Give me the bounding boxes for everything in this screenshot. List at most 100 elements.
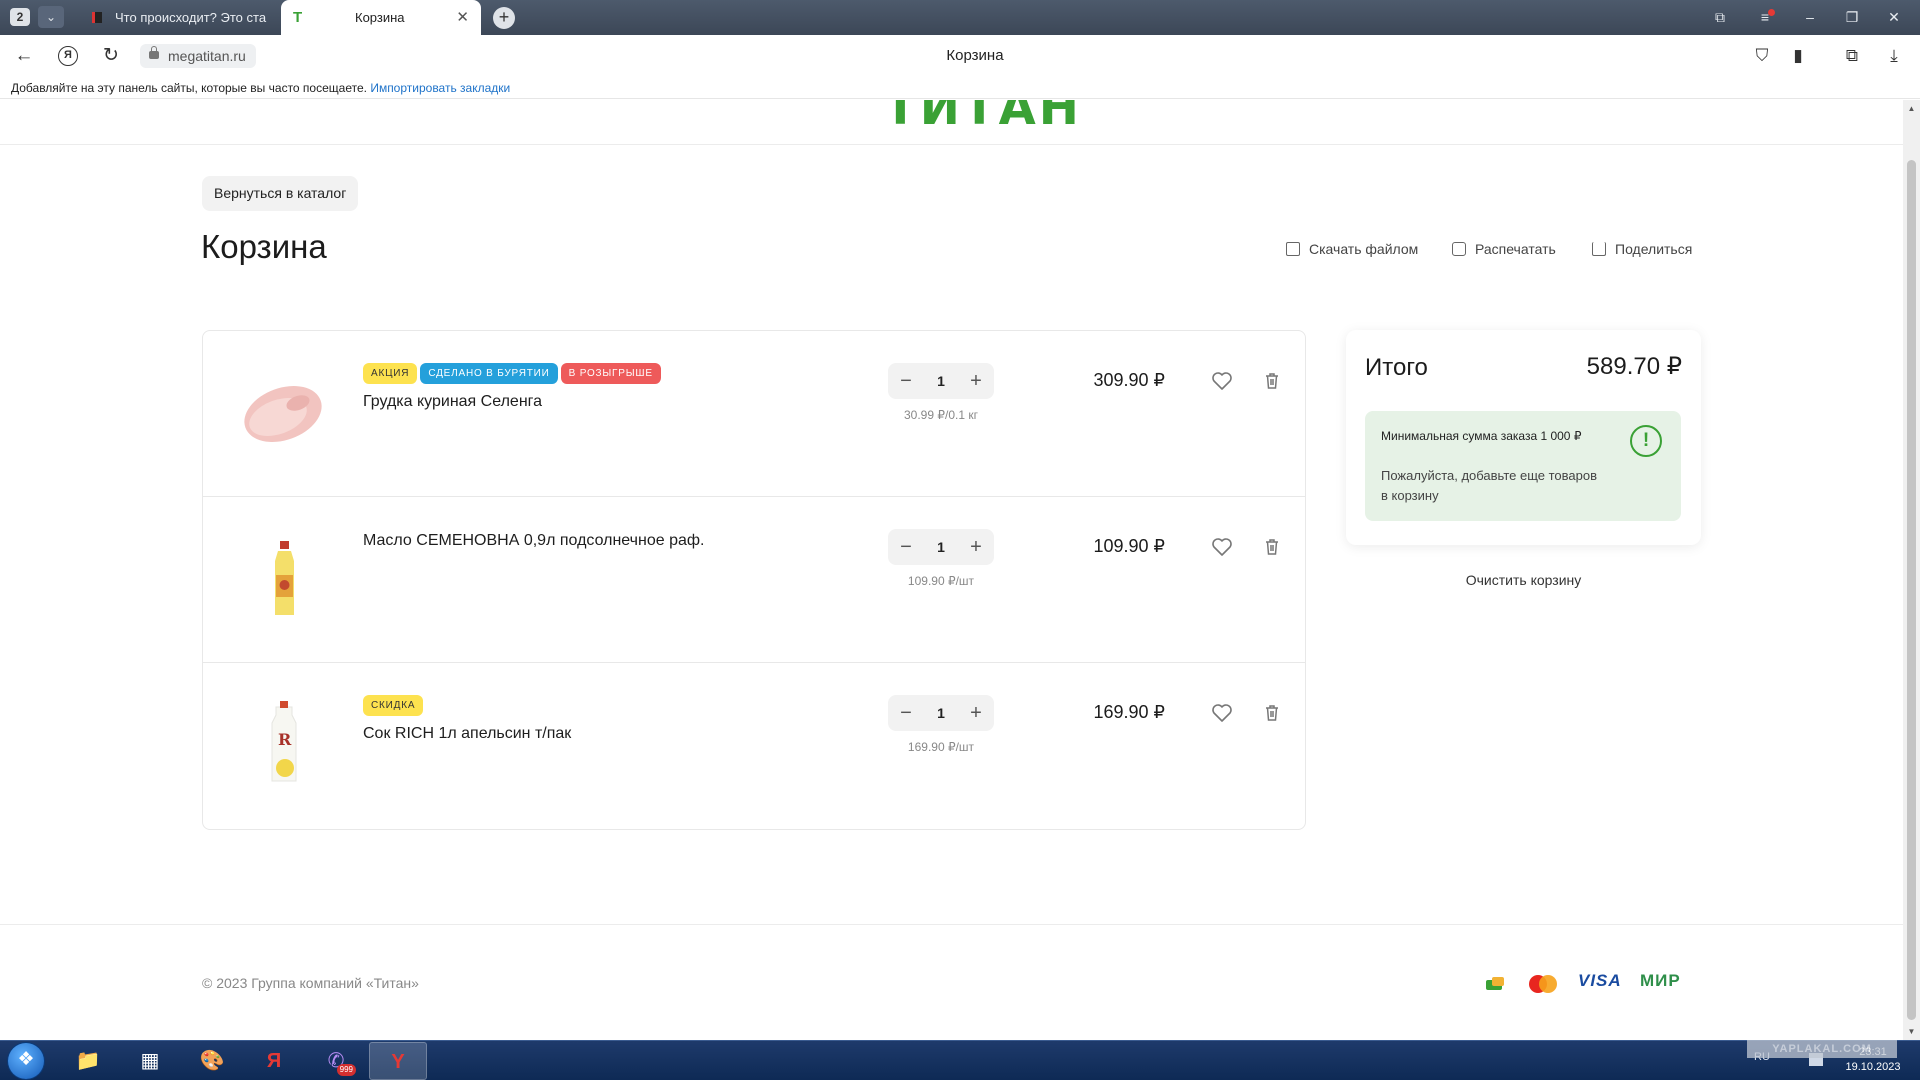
scroll-thumb[interactable] [1907, 160, 1916, 1020]
tab-title: Корзина [355, 10, 405, 25]
url-field[interactable]: megatitan.ru [140, 44, 256, 68]
badge-promo: АКЦИЯ [363, 363, 418, 384]
titan-favicon-icon: T [293, 9, 303, 26]
badge-made-in-buryatia: СДЕЛАНО В БУРЯТИИ [420, 363, 558, 384]
download-file-icon [1286, 242, 1300, 256]
downloads-icon[interactable]: ⤓ [1882, 45, 1906, 67]
share-label: Поделиться [1615, 241, 1693, 257]
yandex-icon[interactable]: Я [58, 46, 78, 66]
reload-icon[interactable]: ↻ [98, 44, 124, 68]
badge-discount: СКИДКА [363, 695, 424, 716]
mir-logo: МИР [1640, 971, 1681, 990]
decrease-quantity-button[interactable]: − [888, 695, 924, 731]
address-page-title: Корзина [946, 47, 1004, 64]
back-to-catalog-button[interactable]: Вернуться в каталог [202, 176, 359, 211]
quantity-value[interactable]: 1 [924, 363, 958, 399]
favorite-heart-icon[interactable] [1210, 535, 1234, 559]
notification-dot [1768, 9, 1775, 16]
tabs-dropdown-icon[interactable]: ⌄ [38, 6, 64, 28]
watermark: YAPLAKAL.COM [1747, 1040, 1897, 1058]
menu-icon[interactable]: ≡ [1745, 0, 1785, 35]
min-order-notice: Минимальная сумма заказа 1 000 ₽ Пожалуй… [1365, 411, 1681, 521]
share-button[interactable]: Поделиться [1592, 238, 1692, 260]
increase-quantity-button[interactable]: + [958, 529, 994, 565]
tab-title: Что происходит? Это ста [115, 10, 267, 25]
quantity-stepper: − 1 + [888, 363, 994, 399]
back-arrow-icon[interactable]: ← [11, 44, 37, 68]
close-tab-icon[interactable]: ✕ [456, 0, 469, 35]
favorite-heart-icon[interactable] [1210, 701, 1234, 725]
product-name[interactable]: Грудка куриная Селенга [363, 393, 542, 411]
close-window-icon[interactable]: ✕ [1874, 0, 1914, 35]
collections-panel-icon[interactable]: ⧉ [1840, 45, 1864, 67]
delete-trash-icon[interactable] [1260, 701, 1284, 725]
yandex-browser-icon[interactable]: Я [245, 1042, 303, 1080]
collections-icon[interactable]: ⧉ [1700, 0, 1740, 35]
page-content: ТИТАН Вернуться в каталог Корзина Скачат… [0, 100, 1903, 1040]
quantity-stepper: − 1 + [888, 529, 994, 565]
share-icon [1592, 242, 1606, 256]
browser-tab-bar: 2 ⌄ Что происходит? Это ста T Корзина ✕ … [0, 0, 1920, 35]
quantity-value[interactable]: 1 [924, 529, 958, 565]
copyright: © 2023 Группа компаний «Титан» [202, 975, 419, 991]
order-summary: Итого 589.70 ₽ Минимальная сумма заказа … [1346, 330, 1701, 545]
favorite-heart-icon[interactable] [1210, 369, 1234, 393]
viber-icon[interactable]: ✆ 999 [307, 1042, 365, 1080]
scroll-down-icon[interactable]: ▼ [1903, 1023, 1920, 1040]
svg-text:R: R [278, 730, 292, 749]
calculator-icon[interactable]: ▦ [121, 1042, 179, 1080]
decrease-quantity-button[interactable]: − [888, 363, 924, 399]
site-header: ТИТАН [0, 100, 1903, 145]
new-tab-button[interactable]: + [493, 7, 515, 29]
minimize-icon[interactable]: – [1790, 0, 1830, 35]
increase-quantity-button[interactable]: + [958, 695, 994, 731]
total-label: Итого [1365, 354, 1428, 381]
protect-icon[interactable]: ⛉ [1750, 45, 1774, 67]
restore-icon[interactable]: ❐ [1832, 0, 1872, 35]
explorer-icon[interactable]: 📁 [59, 1042, 117, 1080]
yandex-active-icon[interactable]: Y [369, 1042, 427, 1080]
rich-juice-pack-image[interactable]: R [228, 693, 338, 793]
viber-badge: 999 [336, 1064, 356, 1076]
cart-item: R СКИДКА Сок RICH 1л апельсин т/пак − 1 … [203, 663, 1305, 829]
sunflower-oil-bottle-image[interactable] [228, 527, 338, 627]
bookmark-icon[interactable]: ▮ [1786, 45, 1810, 67]
print-button[interactable]: Распечатать [1452, 238, 1556, 260]
import-bookmarks-link[interactable]: Импортировать закладки [370, 81, 510, 95]
clear-cart-button[interactable]: Очистить корзину [1346, 572, 1701, 588]
address-bar: ← Я ↻ megatitan.ru Корзина ⛉ ▮ ⧉ ⤓ [0, 35, 1920, 77]
item-price: 109.90 ₽ [1093, 536, 1165, 556]
decrease-quantity-button[interactable]: − [888, 529, 924, 565]
site-logo[interactable]: ТИТАН [884, 100, 1082, 136]
badge-giveaway: В РОЗЫГРЫШЕ [560, 363, 661, 384]
tab-cart[interactable]: T Корзина ✕ [281, 0, 481, 35]
product-name[interactable]: Масло СЕМЕНОВНА 0,9л подсолнечное раф. [363, 532, 705, 550]
cart-item: Масло СЕМЕНОВНА 0,9л подсолнечное раф. −… [203, 497, 1305, 663]
chicken-breast-image[interactable] [228, 361, 338, 461]
paint-icon[interactable]: 🎨 [183, 1042, 241, 1080]
tab-yaplakal[interactable]: Что происходит? Это ста [80, 0, 280, 35]
tab-counter[interactable]: 2 [10, 8, 30, 26]
printer-icon [1452, 242, 1466, 256]
scroll-up-icon[interactable]: ▲ [1903, 100, 1920, 117]
download-file-button[interactable]: Скачать файлом [1286, 238, 1418, 260]
badges: АКЦИЯ СДЕЛАНО В БУРЯТИИ В РОЗЫГРЫШЕ [363, 363, 664, 384]
windows-taskbar: 📁 ▦ 🎨 Я ✆999 Y RU 23:31 19.10.2023 [0, 1040, 1920, 1080]
bookmarks-bar: Добавляйте на эту панель сайты, которые … [0, 77, 1920, 99]
payment-system-icon [1486, 977, 1504, 990]
download-label: Скачать файлом [1309, 241, 1419, 257]
mastercard-icon [1529, 975, 1557, 993]
unit-price: 30.99 ₽/0.1 кг [904, 408, 978, 422]
delete-trash-icon[interactable] [1260, 535, 1284, 559]
page-scrollbar[interactable]: ▲ ▼ [1903, 100, 1920, 1040]
url-text: megatitan.ru [168, 48, 246, 64]
product-name[interactable]: Сок RICH 1л апельсин т/пак [363, 725, 571, 743]
item-price: 309.90 ₽ [1093, 370, 1165, 390]
cart-list: АКЦИЯ СДЕЛАНО В БУРЯТИИ В РОЗЫГРЫШЕ Грудка… [202, 330, 1306, 830]
start-button[interactable] [8, 1043, 44, 1079]
delete-trash-icon[interactable] [1260, 369, 1284, 393]
lock-icon [149, 46, 159, 59]
quantity-value[interactable]: 1 [924, 695, 958, 731]
page-title: Корзина [201, 228, 327, 265]
increase-quantity-button[interactable]: + [958, 363, 994, 399]
